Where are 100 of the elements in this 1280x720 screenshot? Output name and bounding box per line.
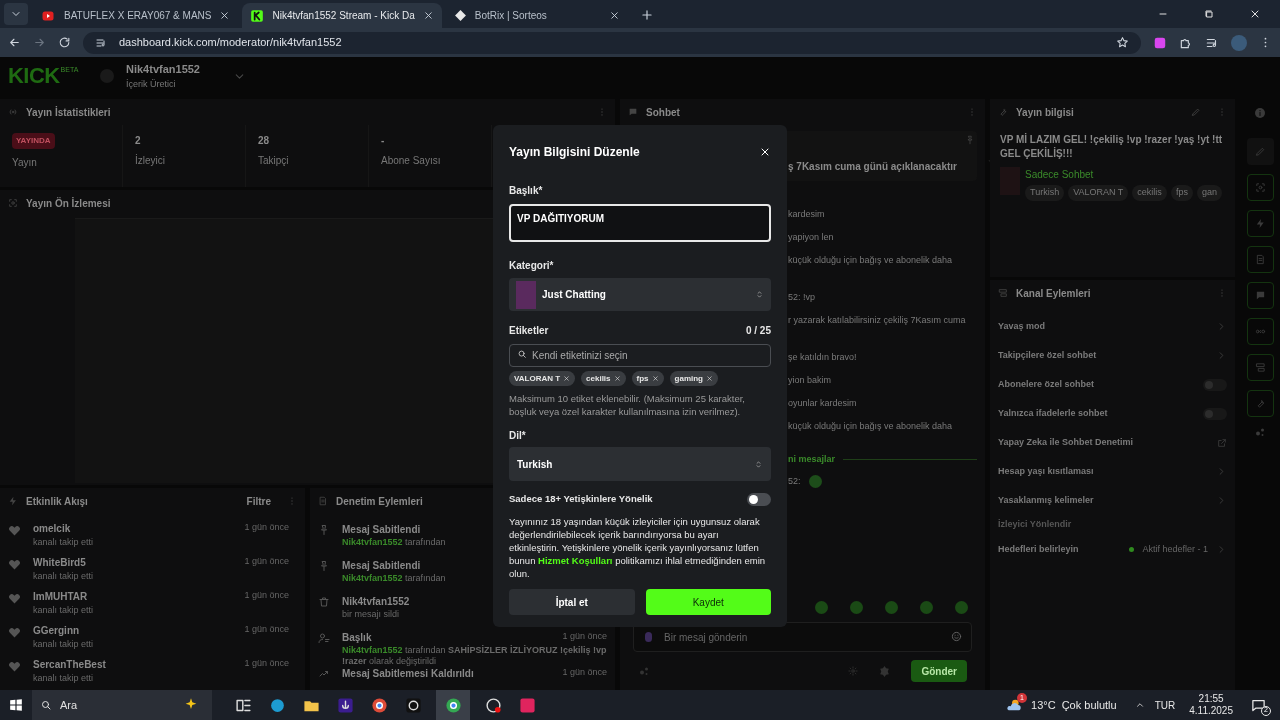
channel-action[interactable]: Hedefleri belirleyin [998,542,1079,557]
user-link[interactable]: Nik4tvfan1552 [342,537,403,547]
close-icon[interactable] [1249,8,1261,20]
settings-icon[interactable] [848,666,859,676]
action-title: Mesaj Sabitlendi [342,523,421,537]
send-button[interactable]: Gönder [911,660,967,682]
close-icon[interactable] [608,10,620,21]
document-icon [318,496,328,506]
close-icon[interactable] [219,10,231,21]
cancel-button[interactable]: İptal et [509,589,635,616]
emote[interactable] [815,601,828,614]
windows-start-icon[interactable] [9,698,23,712]
tag-chip[interactable]: VALORAN T [1068,185,1129,201]
badge-icon[interactable] [878,664,892,678]
toggle-switch[interactable] [1203,407,1227,420]
tag-chip[interactable]: gan [1196,185,1222,201]
field-label: Başlık* [509,184,544,198]
address-bar[interactable]: dashboard.kick.com/moderator/nik4tvfan1552 [82,31,1142,54]
emote[interactable] [850,601,863,614]
tag-chip[interactable]: Turkish [1025,185,1065,201]
external-link-icon[interactable] [1217,437,1227,448]
user-link[interactable]: Nik4tvfan1552 [342,645,403,655]
section-label: İzleyici Yönlendir [998,518,1072,532]
tag-chip[interactable]: cekilis [1132,185,1167,201]
emoji-icon[interactable] [951,631,962,642]
restore-icon[interactable] [1203,8,1215,20]
panel-title: Yayın Ön İzlemesi [26,196,111,211]
field-label: Kategori* [509,259,555,273]
emote[interactable] [955,601,968,614]
terms-link[interactable]: Hizmet Koşulları [538,555,613,567]
close-icon[interactable] [422,10,434,21]
browser-tab[interactable]: Nik4tvfan1552 Stream - Kick Da [242,3,442,28]
info-icon[interactable] [1254,107,1266,119]
live-badge: YAYINDA [12,133,55,149]
bookmark-star-icon[interactable] [1116,36,1130,49]
category-select[interactable]: Just Chatting [509,278,771,311]
panel-toggle-button[interactable] [1246,390,1274,417]
channel-action[interactable]: Yapay Zeka ile Sohbet Denetimi [998,435,1134,450]
goal-status: Aktif hedefler - 1 [1142,542,1208,556]
notification-icon[interactable] [1251,697,1266,713]
extension-icon[interactable] [1153,35,1168,50]
channel-action[interactable]: Abonelere özel sohbet [998,377,1095,392]
clock-time[interactable]: 21:55 [1198,693,1224,705]
browser-icon[interactable] [268,696,286,714]
reload-icon[interactable] [57,36,71,49]
user-link[interactable]: Nik4tvfan1552 [342,573,403,583]
tag-chip[interactable]: VALORAN T [509,371,576,386]
tag-chip[interactable]: fps [1170,185,1193,201]
chat-message: şe katıldın bravo! [788,351,857,364]
temperature: 13°C [1031,697,1056,713]
input-language[interactable]: TUR [1154,697,1176,713]
toggle-switch[interactable] [1203,378,1227,391]
channel-action[interactable]: Yasaklanmış kelimeler [998,493,1094,508]
user-badge [645,632,652,642]
tag-chip[interactable]: gaming [669,371,718,386]
title-field[interactable]: VP DAĞITIYORUM [509,204,771,242]
panel-toggle-button[interactable] [1246,354,1274,381]
remove-icon [563,375,571,382]
clock-date[interactable]: 4.11.2025 [1189,705,1233,717]
chat-icon [628,107,638,117]
close-icon[interactable] [759,146,771,158]
channel-action[interactable]: Yavaş mod [998,319,1046,334]
panel-title: Yayın İstatistikleri [26,105,111,120]
browser-tab[interactable]: BATUFLEX X ERAY067 & MANS [32,3,239,28]
channel-action[interactable]: Yalnızca ifadelerle sohbet [998,406,1108,421]
filter-link[interactable]: Filtre [246,493,271,509]
taskbar-search[interactable]: Ara [32,690,212,720]
stat-label: Takipçi [258,154,290,168]
edit-icon[interactable] [1191,107,1201,117]
channel-action[interactable]: Hesap yaşı kısıtlaması [998,464,1094,479]
back-icon[interactable] [8,36,21,49]
field-label: Dil* [509,429,527,443]
panel-toggle-button[interactable] [1246,210,1274,237]
emote[interactable] [885,601,898,614]
panel-toggle-button[interactable] [1246,318,1274,345]
tag-search-field[interactable]: Kendi etiketinizi seçin [509,344,771,367]
stat-label: Abone Sayısı [381,154,442,168]
caret-up-icon[interactable] [1134,700,1145,710]
message-input[interactable]: Bir mesaj gönderin [633,622,972,652]
stream-title: VP Mİ LAZIM GEL! !çekiliş !vp !razer !yaş !yt !tt GEL ÇEKİLİŞ!!! [999,132,1224,161]
tag-chip[interactable]: cekilis [581,371,626,386]
browser-tab[interactable]: BotRix | Sorteos [445,3,628,28]
recorder-icon[interactable] [484,696,502,714]
panel-toggle-button[interactable] [1246,174,1274,201]
profile-avatar[interactable] [1231,34,1247,51]
panel-toggle-button[interactable] [1246,282,1274,309]
dots-icon[interactable] [1254,426,1266,438]
tag-chip[interactable]: fps [631,371,664,386]
language-select[interactable]: Turkish [509,447,771,481]
category-link[interactable]: Sadece Sohbet [1025,167,1094,182]
new-tab-icon[interactable] [639,8,654,22]
edit-icon[interactable] [1254,146,1266,157]
forward-icon[interactable] [33,36,46,49]
save-button[interactable]: Kaydet [645,589,771,616]
panel-toggle-button[interactable] [1246,246,1274,273]
emote[interactable] [920,601,933,614]
chat-message: oyunlar kardesim [788,397,857,410]
channel-action[interactable]: Takipçilere özel sohbet [998,348,1097,363]
app-icon[interactable] [518,696,536,714]
mature-toggle[interactable] [747,492,771,506]
